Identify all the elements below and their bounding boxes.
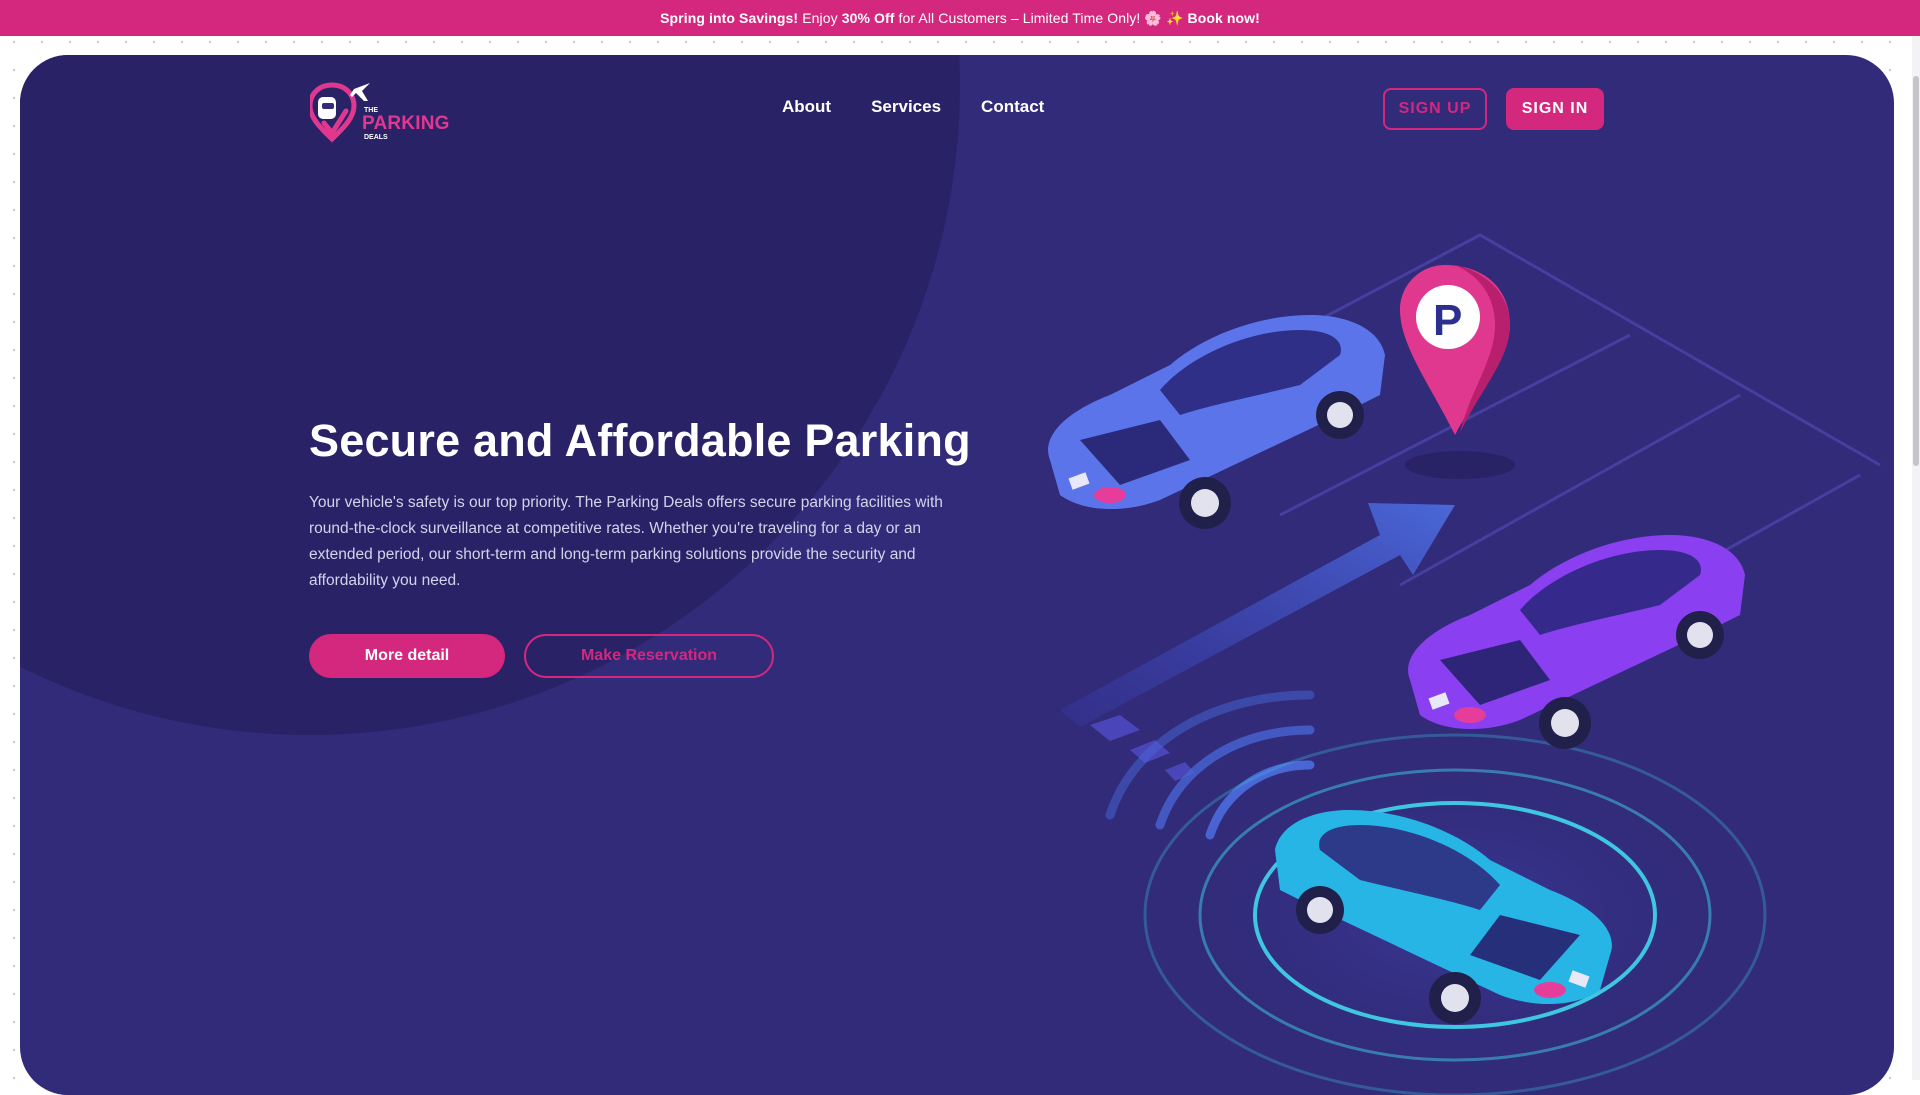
make-reservation-button[interactable]: Make Reservation	[524, 634, 774, 678]
parking-illustration: P	[1048, 233, 1881, 1095]
scrollbar-thumb[interactable]	[1913, 76, 1919, 466]
nav-item-about[interactable]: About	[782, 97, 831, 117]
sign-up-button[interactable]: SIGN UP	[1383, 88, 1487, 130]
car-icon	[1408, 535, 1745, 749]
logo-deals: DEALS	[364, 134, 388, 141]
promo-emoji: 🌸 ✨	[1144, 9, 1184, 26]
pin-letter: P	[1433, 296, 1462, 345]
main-nav: About Services Contact	[782, 97, 1044, 117]
promo-banner: Spring into Savings! Enjoy 30% Off for A…	[0, 0, 1920, 36]
hero-title: Secure and Affordable Parking	[309, 415, 971, 466]
logo[interactable]: THE PARKING DEALS	[310, 79, 450, 143]
car-icon	[1048, 315, 1385, 529]
sign-in-button[interactable]: SIGN IN	[1506, 88, 1604, 130]
logo-name: PARKING	[362, 113, 450, 134]
parking-pin-icon: P	[1400, 265, 1515, 479]
nav-item-contact[interactable]: Contact	[981, 97, 1044, 117]
more-detail-button[interactable]: More detail	[309, 634, 505, 678]
scrollbar[interactable]	[1912, 36, 1920, 1080]
promo-lead: Spring into Savings!	[660, 10, 799, 26]
nav-item-services[interactable]: Services	[871, 97, 941, 117]
promo-discount: 30% Off	[841, 10, 895, 26]
hero-background-shape	[20, 55, 960, 735]
promo-text-2: for All Customers – Limited Time Only!	[898, 10, 1141, 26]
promo-book-now-link[interactable]: Book now!	[1187, 10, 1259, 26]
hero-description: Your vehicle's safety is our top priorit…	[309, 494, 943, 589]
promo-text-1: Enjoy	[802, 10, 838, 26]
logo-pin-icon	[310, 82, 370, 143]
hero-section: THE PARKING DEALS About Services Contact…	[20, 55, 1894, 1095]
